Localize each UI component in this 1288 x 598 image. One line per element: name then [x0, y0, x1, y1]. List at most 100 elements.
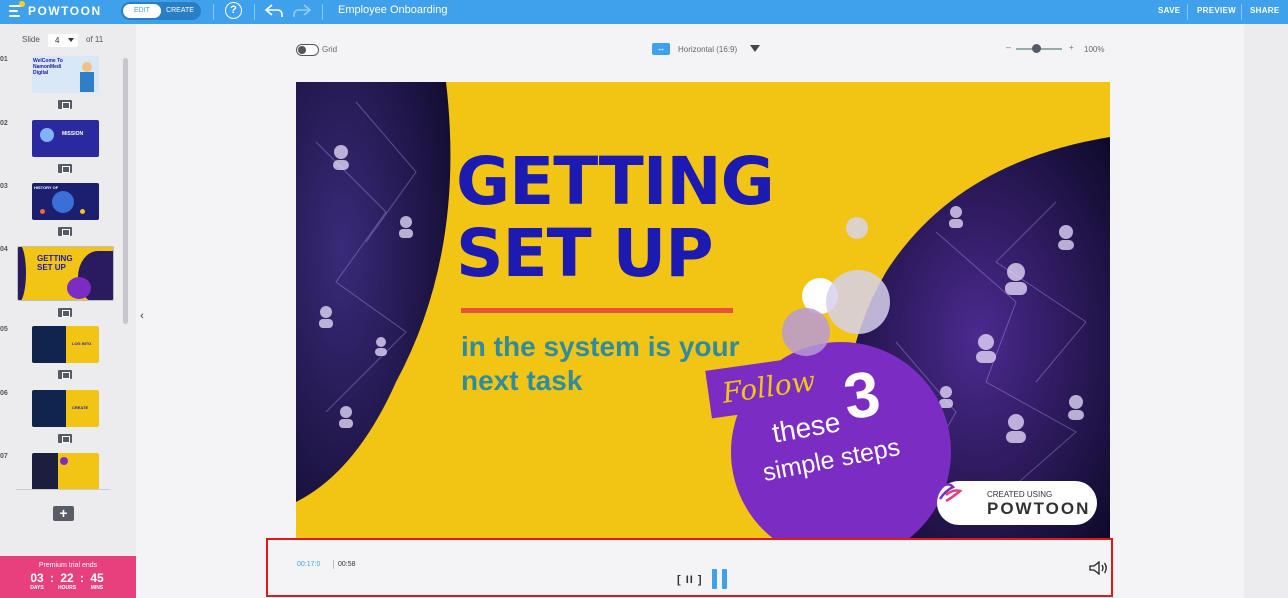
mins-label: MINS	[90, 585, 104, 591]
transition-icon[interactable]	[58, 308, 72, 317]
edit-mode-button[interactable]: EDIT	[123, 4, 161, 18]
sidebar-scrollbar[interactable]	[123, 58, 128, 324]
redo-icon[interactable]	[292, 3, 312, 19]
zoom-in-button[interactable]: +	[1069, 43, 1074, 52]
slide-number-select[interactable]: 4	[48, 34, 78, 47]
playback-bar: 00:17:0 00:58 [ II ]	[266, 538, 1113, 597]
slides-sidebar: Slide 4 of 11 01 WelCome To NamonMedi Di…	[0, 24, 136, 598]
thumbnail-shape	[60, 457, 68, 465]
divider	[322, 4, 323, 20]
mode-toggle[interactable]: EDIT CREATE	[121, 2, 201, 20]
save-button[interactable]: SAVE	[1158, 6, 1180, 15]
transition-icon[interactable]	[58, 434, 72, 443]
thumbnail-caption: MISSION	[62, 131, 84, 137]
globe-icon	[52, 191, 74, 213]
thumbnail-number: 05	[0, 326, 8, 333]
thumbnail-shape	[18, 247, 26, 300]
slide-thumbnail-selected[interactable]: GETTING SET UP	[17, 246, 114, 301]
divider	[254, 4, 255, 20]
character-body-icon	[80, 72, 94, 92]
thumbnail-caption: CREATE	[72, 405, 89, 410]
aspect-ratio-select[interactable]: Horizontal (16:9)	[678, 45, 737, 54]
slide-title-line-2: SET UP	[456, 215, 714, 292]
thumbnail-shape	[32, 390, 66, 427]
transition-icon[interactable]	[58, 100, 72, 109]
thumbnail-caption: WelCome To NamonMedi Digital	[33, 58, 63, 76]
slide-total: of 11	[86, 35, 104, 44]
bubble	[782, 308, 830, 356]
transition-icon[interactable]	[58, 370, 72, 379]
countdown-hours: 22	[60, 571, 74, 585]
zoom-slider-handle[interactable]	[1032, 44, 1042, 53]
slide-number-value: 4	[55, 36, 60, 45]
trial-countdown: 03 DAYS : 22 HOURS : 45 MINS	[26, 571, 108, 591]
pause-icon[interactable]	[712, 569, 728, 589]
thumbnail-number: 03	[0, 183, 8, 190]
thumbnail-caption: HISTORY OF	[34, 185, 59, 190]
slide-subtitle[interactable]: in the system is your next task	[461, 330, 740, 398]
slide-thumbnail[interactable]: HISTORY OF	[32, 183, 99, 220]
thumbnail-shape	[67, 277, 91, 299]
logo-dot-icon	[19, 1, 25, 7]
thumbnail-shape	[32, 326, 66, 363]
dot-icon	[80, 209, 85, 214]
chevron-down-icon[interactable]	[750, 45, 760, 52]
pause-slide-button[interactable]: [ II ]	[677, 574, 703, 586]
volume-icon[interactable]	[1089, 561, 1109, 575]
zoom-value: 100%	[1084, 45, 1105, 54]
hours-label: HOURS	[57, 585, 77, 591]
divider	[1241, 4, 1242, 20]
divider	[213, 4, 214, 20]
slide-label: Slide	[22, 35, 40, 44]
grid-label: Grid	[322, 45, 338, 54]
divider	[333, 560, 334, 569]
share-button[interactable]: SHARE	[1250, 6, 1280, 15]
dot-icon	[40, 209, 45, 214]
help-icon[interactable]: ?	[225, 2, 242, 19]
document-title[interactable]: Employee Onboarding	[338, 4, 447, 16]
undo-icon[interactable]	[264, 3, 284, 19]
collapse-sidebar-icon[interactable]: ‹	[136, 310, 148, 334]
thumbnail-caption: GETTING SET UP	[37, 254, 73, 272]
premium-trial-title: Premium trial ends	[38, 562, 98, 569]
slide-thumbnail[interactable]: CREATE	[32, 390, 99, 427]
days-label: DAYS	[30, 585, 44, 591]
aspect-ratio-icon[interactable]: ↔	[652, 43, 670, 55]
rocket-icon	[40, 128, 54, 142]
slide-thumbnail[interactable]	[32, 453, 99, 490]
badge-caption: CREATED USING	[987, 490, 1053, 499]
add-slide-button[interactable]: +	[53, 506, 74, 521]
countdown-mins: 45	[90, 571, 104, 585]
bubble	[846, 217, 868, 239]
app-logo[interactable]: POWTOON	[28, 4, 102, 18]
divider	[16, 489, 110, 490]
transition-icon[interactable]	[58, 227, 72, 236]
thumbnail-shape	[32, 453, 58, 490]
transition-icon[interactable]	[58, 164, 72, 173]
premium-trial-banner[interactable]: Premium trial ends 03 DAYS : 22 HOURS : 45…	[0, 556, 136, 598]
thumbnail-number: 02	[0, 120, 8, 127]
preview-button[interactable]: PREVIEW	[1197, 6, 1236, 15]
thumbnail-number: 04	[0, 246, 8, 253]
create-mode-button[interactable]: CREATE	[161, 4, 199, 18]
bubble	[826, 270, 890, 334]
slide-title[interactable]: GETTING SET UP	[456, 143, 775, 292]
thumbnail-number: 01	[0, 56, 8, 63]
title-underline	[461, 308, 733, 313]
slide-subtitle-line-1: in the system is your	[461, 331, 740, 362]
slide-thumbnail[interactable]: MISSION	[32, 120, 99, 157]
chevron-down-icon	[68, 38, 74, 42]
slide-thumbnail[interactable]: LOG INTO	[32, 326, 99, 363]
thumbnail-number: 07	[0, 453, 8, 460]
slide-thumbnail[interactable]: WelCome To NamonMedi Digital	[32, 56, 99, 93]
slide-canvas[interactable]: GETTING SET UP in the system is your nex…	[296, 82, 1110, 540]
grid-toggle[interactable]	[296, 44, 319, 56]
countdown-days: 03	[30, 571, 44, 585]
slide-title-line-1: GETTING	[456, 143, 775, 220]
thumbnail-caption: LOG INTO	[72, 341, 92, 346]
zoom-out-button[interactable]: –	[1006, 42, 1011, 52]
created-using-powtoon-badge: CREATED USING POWTOON	[937, 481, 1097, 525]
thumbnail-list: 01 WelCome To NamonMedi Digital 02 MISSI…	[0, 52, 122, 490]
total-time: 00:58	[338, 561, 356, 568]
thumbnail-number: 06	[0, 390, 8, 397]
